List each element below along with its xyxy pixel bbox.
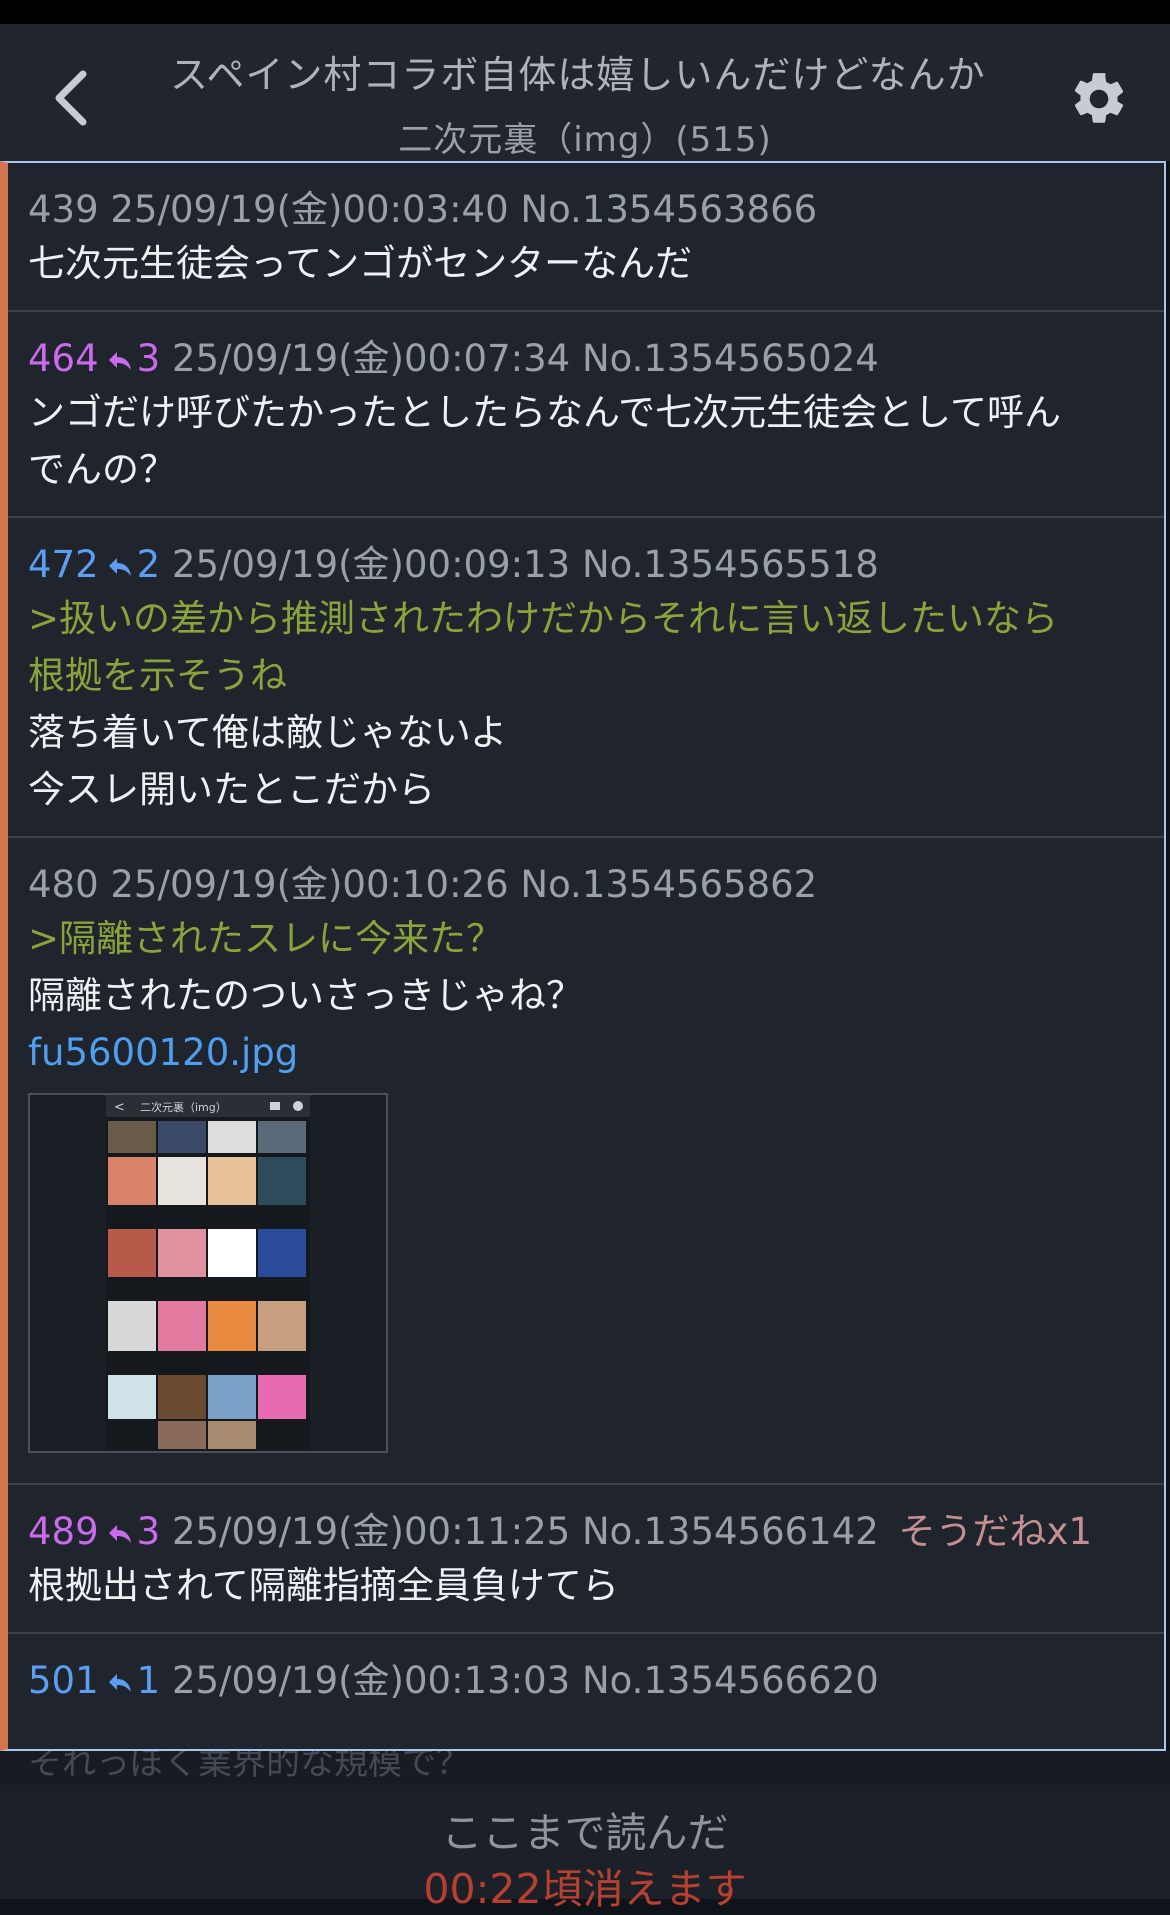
post-count: (515)	[675, 120, 772, 160]
read-marker-footer[interactable]: ここまで読んだ 00:22頃消えます	[0, 1785, 1170, 1913]
post-meta: 480 25/09/19(金)00:10:26 No.1354565862	[28, 860, 1146, 910]
post-text: 今スレ開いたとこだから	[28, 768, 435, 811]
post-number[interactable]: 480	[28, 863, 99, 906]
reply-arrow-icon	[108, 1525, 131, 1543]
quote-line[interactable]: >隔離されたスレに今来た？	[28, 910, 1146, 967]
reply-count[interactable]: 3	[137, 337, 161, 380]
app-header: スペイン村コラボ自体は嬉しいんだけどなんか 二次元裏（img）(515)	[0, 24, 1170, 161]
post-item[interactable]: 489 3 25/09/19(金)00:11:25 No.1354566142 そ…	[8, 1485, 1164, 1634]
post-date: 25/09/19(金)00:10:26	[110, 863, 509, 906]
thumb-title: 二次元裏（img）	[140, 1100, 227, 1114]
post-meta: 472 2 25/09/19(金)00:09:13 No.1354565518	[28, 540, 1146, 590]
post-item[interactable]: 472 2 25/09/19(金)00:09:13 No.1354565518 >…	[8, 518, 1164, 838]
post-id[interactable]: No.1354565024	[582, 337, 879, 380]
post-number[interactable]: 489	[28, 1510, 99, 1553]
post-date: 25/09/19(金)00:03:40	[110, 188, 509, 231]
thumbnail-screenshot-image: < 二次元裏（img）	[106, 1095, 310, 1451]
post-date: 25/09/19(金)00:09:13	[171, 543, 571, 586]
reply-arrow-icon	[108, 1674, 131, 1692]
post-item[interactable]: 480 25/09/19(金)00:10:26 No.1354565862 >隔…	[8, 838, 1164, 1485]
post-meta: 464 3 25/09/19(金)00:07:34 No.1354565024	[28, 334, 1146, 384]
reply-count[interactable]: 1	[137, 1659, 161, 1702]
post-text: ンゴだけ呼びたかったとしたらなんで七次元生徒会として呼ん	[28, 391, 1062, 434]
file-link[interactable]: fu5600120.jpg	[28, 1024, 1146, 1081]
board-subtitle: 二次元裏（img）(515)	[0, 112, 1170, 161]
post-number[interactable]: 439	[28, 188, 99, 231]
svg-text:<: <	[114, 1100, 125, 1115]
post-id[interactable]: No.1354566142	[582, 1510, 879, 1553]
post-item[interactable]: 464 3 25/09/19(金)00:07:34 No.1354565024 ン…	[8, 312, 1164, 518]
post-id[interactable]: No.1354565862	[520, 863, 817, 906]
expiry-countdown: 00:22頃消えます	[423, 1865, 747, 1913]
thread-title: スペイン村コラボ自体は嬉しいんだけどなんか	[170, 44, 1040, 100]
post-meta: 439 25/09/19(金)00:03:40 No.1354563866	[28, 185, 1146, 235]
quote-line[interactable]: 根拠を示そうね	[28, 647, 1146, 704]
post-text: 七次元生徒会ってンゴがセンターなんだ	[28, 242, 693, 285]
post-id[interactable]: No.1354566620	[582, 1659, 879, 1702]
dimmed-overflow-text: それっぽく業界的な規模で？	[0, 1751, 1170, 1785]
post-date: 25/09/19(金)00:07:34	[171, 337, 571, 380]
sodane-badge[interactable]: そうだねx1	[899, 1510, 1092, 1553]
thread-posts[interactable]: 439 25/09/19(金)00:03:40 No.1354563866 七次…	[0, 161, 1166, 1751]
post-date: 25/09/19(金)00:11:25	[171, 1510, 571, 1553]
post-text: 根拠出されて隔離指摘全員負けてら	[28, 1564, 619, 1607]
image-thumbnail[interactable]: < 二次元裏（img）	[28, 1093, 388, 1453]
post-meta: 489 3 25/09/19(金)00:11:25 No.1354566142 そ…	[28, 1507, 1146, 1557]
reply-count[interactable]: 2	[137, 543, 161, 586]
post-item[interactable]: 501 1 25/09/19(金)00:13:03 No.1354566620	[8, 1634, 1164, 1724]
post-number[interactable]: 501	[28, 1659, 99, 1702]
post-text: 落ち着いて俺は敵じゃないよ	[28, 711, 508, 754]
post-id[interactable]: No.1354563866	[520, 188, 817, 231]
gear-icon	[1074, 73, 1124, 123]
post-id[interactable]: No.1354565518	[582, 543, 879, 586]
post-number[interactable]: 464	[28, 337, 99, 380]
quote-line[interactable]: >扱いの差から推測されたわけだからそれに言い返したいなら	[28, 590, 1146, 647]
post-item[interactable]: 439 25/09/19(金)00:03:40 No.1354563866 七次…	[8, 163, 1164, 312]
post-number[interactable]: 472	[28, 543, 99, 586]
reply-arrow-icon	[108, 352, 131, 370]
post-date: 25/09/19(金)00:13:03	[171, 1659, 571, 1702]
reply-arrow-icon	[108, 558, 131, 576]
read-here-label[interactable]: ここまで読んだ	[0, 1799, 1170, 1859]
reply-count[interactable]: 3	[137, 1510, 161, 1553]
status-bar	[0, 0, 1170, 24]
settings-button[interactable]	[1064, 64, 1134, 134]
post-meta: 501 1 25/09/19(金)00:13:03 No.1354566620	[28, 1656, 1146, 1706]
post-text: でんの？	[28, 448, 176, 491]
board-name: 二次元裏（img）	[398, 120, 676, 160]
post-text: 隔離されたのついさっきじゃね？	[28, 974, 583, 1017]
